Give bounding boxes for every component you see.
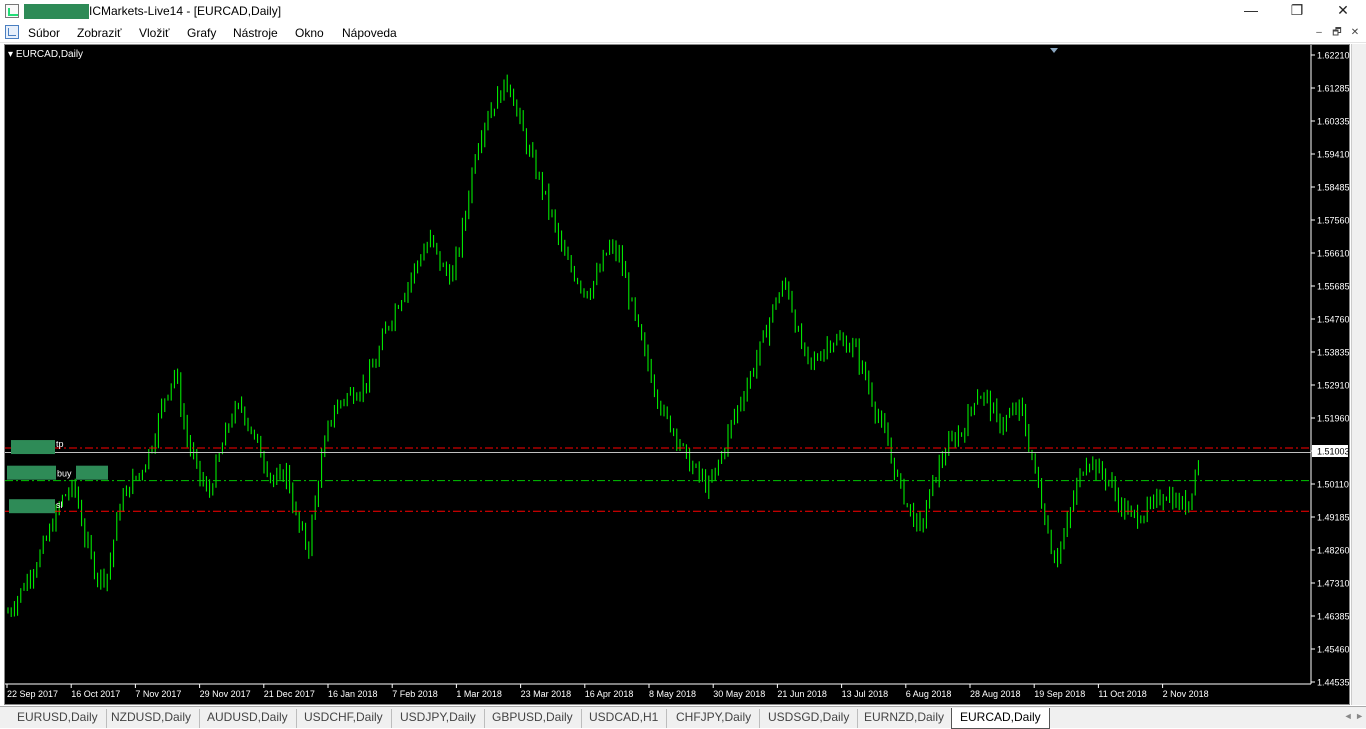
price-label: 1.44535: [1317, 678, 1350, 688]
price-label: 1.61285: [1317, 84, 1350, 94]
date-label: 16 Apr 2018: [585, 689, 634, 699]
tp-label: tp: [56, 439, 64, 449]
date-label: 30 May 2018: [713, 689, 765, 699]
price-label: 1.59410: [1317, 150, 1350, 160]
restore-button[interactable]: ❐: [1274, 0, 1320, 22]
price-label: 1.54760: [1317, 315, 1350, 325]
menu-help[interactable]: Nápoveda: [342, 26, 397, 40]
current-price-label: 1.51003: [1317, 447, 1350, 457]
date-label: 6 Aug 2018: [906, 689, 952, 699]
window-title: ICMarkets-Live14 - [EURCAD,Daily]: [89, 4, 282, 18]
date-label: 22 Sep 2017: [7, 689, 58, 699]
date-label: 11 Oct 2018: [1098, 689, 1146, 699]
title-bar: ICMarkets-Live14 - [EURCAD,Daily] — ❐ ✕: [0, 0, 1366, 23]
date-label: 13 Jul 2018: [842, 689, 889, 699]
price-label: 1.52910: [1317, 381, 1350, 391]
price-label: 1.49185: [1317, 513, 1350, 523]
menu-file[interactable]: Súbor: [28, 26, 60, 40]
menu-charts[interactable]: Grafy: [187, 26, 216, 40]
price-label: 1.58485: [1317, 183, 1350, 193]
buy-label-mask-left: [7, 465, 56, 480]
price-chart[interactable]: 1.62210 1.61285 1.60335 1.59410 1.58485 1.575…: [5, 45, 1351, 706]
tab-scroll-arrows[interactable]: ◄ ►: [1334, 711, 1364, 725]
price-label: 1.57560: [1317, 216, 1350, 226]
buy-label: buy: [57, 469, 72, 479]
date-label: 19 Sep 2018: [1034, 689, 1085, 699]
chart-symbol-label[interactable]: ▾ EURCAD,Daily: [8, 49, 83, 60]
chart-window[interactable]: 1.62210 1.61285 1.60335 1.59410 1.58485 1.575…: [4, 44, 1350, 705]
price-label: 1.48260: [1317, 546, 1350, 556]
date-label: 16 Oct 2017: [71, 689, 120, 699]
date-label: 23 Mar 2018: [521, 689, 572, 699]
price-label: 1.51960: [1317, 414, 1350, 424]
price-label: 1.55685: [1317, 282, 1350, 292]
price-label: 1.53835: [1317, 348, 1350, 358]
price-label: 1.45460: [1317, 645, 1350, 655]
time-axis: 22 Sep 2017 16 Oct 2017 7 Nov 2017 29 Nov 2…: [6, 684, 1209, 699]
date-label: 1 Mar 2018: [456, 689, 502, 699]
price-label: 1.62210: [1317, 51, 1350, 61]
minimize-button[interactable]: —: [1228, 0, 1274, 22]
date-label: 21 Jun 2018: [777, 689, 827, 699]
chart-tab-bar: EURUSD,Daily NZDUSD,Daily AUDUSD,Daily U…: [0, 706, 1366, 729]
tab-eurnzd-daily[interactable]: EURNZD,Daily: [856, 709, 954, 728]
price-label: 1.50110: [1317, 480, 1349, 490]
price-label: 1.60335: [1317, 117, 1350, 127]
price-label: 1.56610: [1317, 249, 1350, 259]
tab-gbpusd-daily[interactable]: GBPUSD,Daily: [484, 709, 582, 728]
date-label: 7 Nov 2017: [135, 689, 181, 699]
tab-usdcad-h1[interactable]: USDCAD,H1: [581, 709, 668, 728]
menu-window[interactable]: Okno: [295, 26, 324, 40]
tab-audusd-daily[interactable]: AUDUSD,Daily: [199, 709, 297, 728]
account-redaction: [24, 4, 89, 19]
tp-label-mask: [11, 440, 55, 455]
chart-menu-triangle-icon: ▾: [8, 49, 16, 60]
menu-bar: Súbor Zobraziť Vložiť Grafy Nástroje Okn…: [0, 23, 1366, 43]
shift-marker-icon[interactable]: [1050, 48, 1058, 53]
date-label: 29 Nov 2017: [200, 689, 251, 699]
mdi-minimize-button[interactable]: –: [1311, 26, 1327, 40]
date-label: 21 Dec 2017: [264, 689, 315, 699]
line-label-masks: tp buy sl: [7, 439, 108, 514]
sl-label: sl: [56, 500, 63, 510]
tab-usdsgd-daily[interactable]: USDSGD,Daily: [760, 709, 859, 728]
date-label: 7 Feb 2018: [392, 689, 438, 699]
app-icon[interactable]: [5, 4, 19, 18]
date-label: 2 Nov 2018: [1163, 689, 1209, 699]
date-label: 8 May 2018: [649, 689, 696, 699]
tab-usdchf-daily[interactable]: USDCHF,Daily: [296, 709, 392, 728]
menu-insert[interactable]: Vložiť: [139, 26, 170, 40]
menu-tools[interactable]: Nástroje: [233, 26, 278, 40]
date-label: 16 Jan 2018: [328, 689, 378, 699]
side-scroll-strip[interactable]: [1351, 44, 1366, 705]
price-label: 1.46385: [1317, 612, 1350, 622]
tab-nzdusd-daily[interactable]: NZDUSD,Daily: [103, 709, 201, 728]
tab-usdjpy-daily[interactable]: USDJPY,Daily: [392, 709, 485, 728]
price-axis: 1.62210 1.61285 1.60335 1.59410 1.58485 1.575…: [1311, 51, 1350, 688]
mdi-close-button[interactable]: ✕: [1347, 26, 1363, 40]
sl-label-mask: [9, 499, 55, 514]
tab-eurcad-daily[interactable]: EURCAD,Daily: [951, 708, 1050, 729]
date-label: 28 Aug 2018: [970, 689, 1021, 699]
candles: [7, 74, 1199, 617]
close-button[interactable]: ✕: [1320, 0, 1366, 22]
mdi-restore-button[interactable]: 🗗: [1329, 26, 1345, 40]
menu-view[interactable]: Zobraziť: [77, 26, 122, 40]
chart-window-icon[interactable]: [5, 25, 19, 39]
tab-chfjpy-daily[interactable]: CHFJPY,Daily: [668, 709, 761, 728]
tab-eurusd-daily[interactable]: EURUSD,Daily: [9, 709, 107, 728]
price-label: 1.47310: [1317, 579, 1350, 589]
buy-label-mask-right: [76, 465, 108, 480]
chart-symbol-text: EURCAD,Daily: [15, 49, 84, 60]
